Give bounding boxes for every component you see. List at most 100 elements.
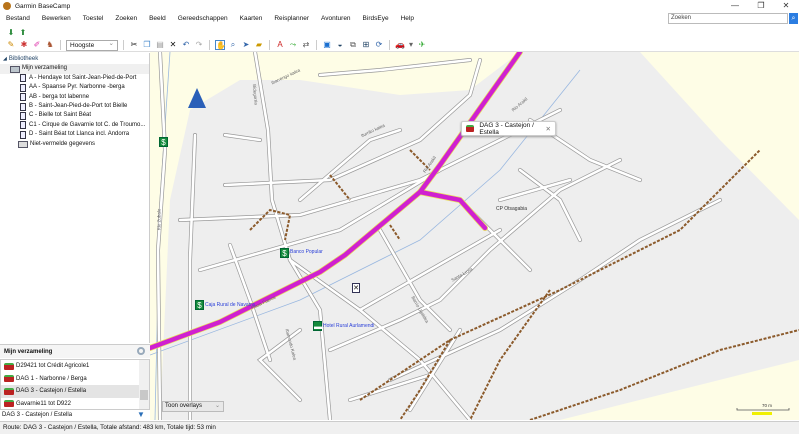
route-label: DAG 1 - Narbonne / Berga <box>16 375 87 382</box>
route-list: D29421 tot Crédit Agricole1 DAG 1 - Narb… <box>0 359 150 410</box>
3d-view-icon[interactable]: ◒ <box>335 40 345 50</box>
menu-bewerken[interactable]: Bewerken <box>36 15 77 22</box>
delete-icon[interactable]: ✕ <box>168 40 178 50</box>
menu-beeld[interactable]: Beeld <box>143 15 172 22</box>
poi-label: Banco Popular <box>290 249 323 255</box>
tree-item[interactable]: C1 - Cirque de Gavarnie tot C. de Troumo… <box>0 121 149 130</box>
bank-icon[interactable]: $ <box>280 248 289 258</box>
paste-icon[interactable]: ▤ <box>155 40 165 50</box>
search-icon[interactable]: ⌕ <box>789 13 798 24</box>
list-icon <box>20 102 26 111</box>
tree-item[interactable]: AB - berga tot labenne <box>0 93 149 102</box>
map-view[interactable]: $ $ Banco Popular $ Caja Rural de Navarr… <box>150 52 799 420</box>
scrollbar-thumb[interactable] <box>140 390 148 400</box>
new-waypoint-icon[interactable]: ✎ <box>6 40 16 50</box>
copy-icon[interactable]: ❐ <box>142 40 152 50</box>
measure-icon[interactable]: ▰ <box>254 40 264 50</box>
list-item[interactable]: DAG 1 - Narbonne / Berga <box>1 373 149 386</box>
2d-view-icon[interactable]: ▣ <box>322 40 332 50</box>
menu-gereedschappen[interactable]: Gereedschappen <box>172 15 234 22</box>
tree-item[interactable]: AA - Spaanse Pyr. Narbonne -berga <box>0 83 149 92</box>
route-icon <box>4 375 14 383</box>
close-icon[interactable]: ✕ <box>546 125 551 133</box>
tree-item-label: C1 - Cirque de Gavarnie tot C. de Troumo… <box>29 121 146 128</box>
menu-birdseye[interactable]: BirdsEye <box>357 15 395 22</box>
undo-icon[interactable]: ↶ <box>181 40 191 50</box>
birdseye-icon[interactable]: ✈ <box>417 40 427 50</box>
new-route-icon[interactable]: ✱ <box>19 40 29 50</box>
send-to-device-icon[interactable]: ⬆ <box>18 28 28 38</box>
title-bar: Garmin BaseCamp — ❐ ✕ <box>0 0 799 12</box>
tree-collection[interactable]: Mijn verzameling <box>0 64 149 74</box>
minimize-button[interactable]: — <box>722 0 748 12</box>
route-label: Gavarnie11 tot D922 <box>16 400 71 407</box>
bank-icon[interactable]: $ <box>195 300 204 310</box>
hiker-icon[interactable]: ♞ <box>45 40 55 50</box>
chevron-down-icon[interactable]: ▾ <box>408 40 414 50</box>
window-title: Garmin BaseCamp <box>15 2 71 10</box>
menu-help[interactable]: Help <box>395 15 420 22</box>
overlay-select-label: Toon overlays <box>165 403 203 409</box>
redo-icon[interactable]: ↷ <box>194 40 204 50</box>
scale-label: 70 m <box>762 403 773 408</box>
select-tool-icon[interactable]: ➤ <box>241 40 251 50</box>
school-icon[interactable]: ✕ <box>352 283 360 293</box>
activity-profile-icon[interactable]: 🚗 <box>395 40 405 50</box>
close-button[interactable]: ✕ <box>773 0 799 12</box>
detail-level-select[interactable]: Hoogste <box>66 39 118 51</box>
list-item[interactable]: D29421 tot Crédit Agricole1 <box>1 360 149 373</box>
menu-kaarten[interactable]: Kaarten <box>234 15 269 22</box>
cut-icon[interactable]: ✂ <box>129 40 139 50</box>
hand-tool-icon[interactable]: ✋ <box>215 40 226 50</box>
receive-from-device-icon[interactable]: ⬇ <box>6 28 16 38</box>
menu-avonturen[interactable]: Avonturen <box>315 15 357 22</box>
route-select[interactable]: DAG 3 - Castejon / Estella <box>0 410 138 420</box>
divider <box>316 40 317 50</box>
list-icon <box>20 130 26 139</box>
popup-label: DAG 3 - Castejon / Estella <box>479 121 534 136</box>
overlay-select[interactable]: Toon overlays ⌄ <box>162 401 224 412</box>
map-canvas[interactable] <box>150 52 799 420</box>
filter-icon[interactable]: ▼ <box>137 410 147 420</box>
device-toolbar: ⬇ ⬆ <box>0 26 28 39</box>
route-list-scrollbar[interactable] <box>139 360 149 409</box>
tree-item-label: B - Saint-Jean-Pied-de-Port tot Bielle <box>29 102 128 109</box>
tree-root[interactable]: ◢ Bibliotheek <box>0 55 149 64</box>
eraser-icon[interactable]: ✐ <box>32 40 42 50</box>
route-direction-icon[interactable]: ⤳ <box>288 40 298 50</box>
tree-item-label: AB - berga tot labenne <box>29 93 90 100</box>
menu-bestand[interactable]: Bestand <box>0 15 36 22</box>
layers-icon[interactable]: ⧉ <box>348 40 358 50</box>
fit-view-icon[interactable]: ⊞ <box>361 40 371 50</box>
menu-zoeken[interactable]: Zoeken <box>109 15 143 22</box>
route-icon <box>4 387 14 395</box>
maximize-button[interactable]: ❐ <box>748 0 774 12</box>
folder-icon <box>10 65 20 73</box>
text-tool-icon[interactable]: A <box>275 40 285 50</box>
search-input[interactable]: Zoeken <box>668 13 788 24</box>
main-toolbar: ✎ ✱ ✐ ♞ Hoogste ✂ ❐ ▤ ✕ ↶ ↷ ✋ ⌕ ➤ ▰ A ⤳ … <box>0 39 799 52</box>
divider <box>60 40 61 50</box>
list-icon <box>20 83 26 92</box>
tree-item[interactable]: B - Saint-Jean-Pied-de-Port tot Bielle <box>0 102 149 111</box>
tree-unlisted[interactable]: Niet-vermelde gegevens <box>0 140 149 149</box>
street-label: Rio Zubalo <box>156 208 162 231</box>
list-item[interactable]: Gavarnie11 tot D922 <box>1 398 149 410</box>
gear-icon[interactable] <box>137 347 145 355</box>
tree-item[interactable]: D - Saint Béat tot Llanca incl. Andorra <box>0 130 149 139</box>
menu-reisplanner[interactable]: Reisplanner <box>268 15 315 22</box>
tree-item[interactable]: C - Bielle tot Saint Béat <box>0 111 149 121</box>
list-item-selected[interactable]: DAG 3 - Castejon / Estella <box>1 385 149 398</box>
list-icon <box>20 74 26 83</box>
list-icon <box>20 112 26 121</box>
split-icon[interactable]: ⇄ <box>301 40 311 50</box>
hotel-icon[interactable]: ▬ <box>313 321 322 331</box>
refresh-icon[interactable]: ⟳ <box>374 40 384 50</box>
tree-item[interactable]: A - Hendaye tot Saint-Jean-Pied-de-Port <box>0 74 149 83</box>
route-popup[interactable]: DAG 3 - Castejon / Estella ✕ <box>461 121 556 136</box>
divider <box>389 40 390 50</box>
menu-toestel[interactable]: Toestel <box>77 15 110 22</box>
bank-icon[interactable]: $ <box>159 137 168 147</box>
status-bar: Route: DAG 3 - Castejon / Estella, Total… <box>0 421 799 434</box>
zoom-tool-icon[interactable]: ⌕ <box>228 40 238 50</box>
